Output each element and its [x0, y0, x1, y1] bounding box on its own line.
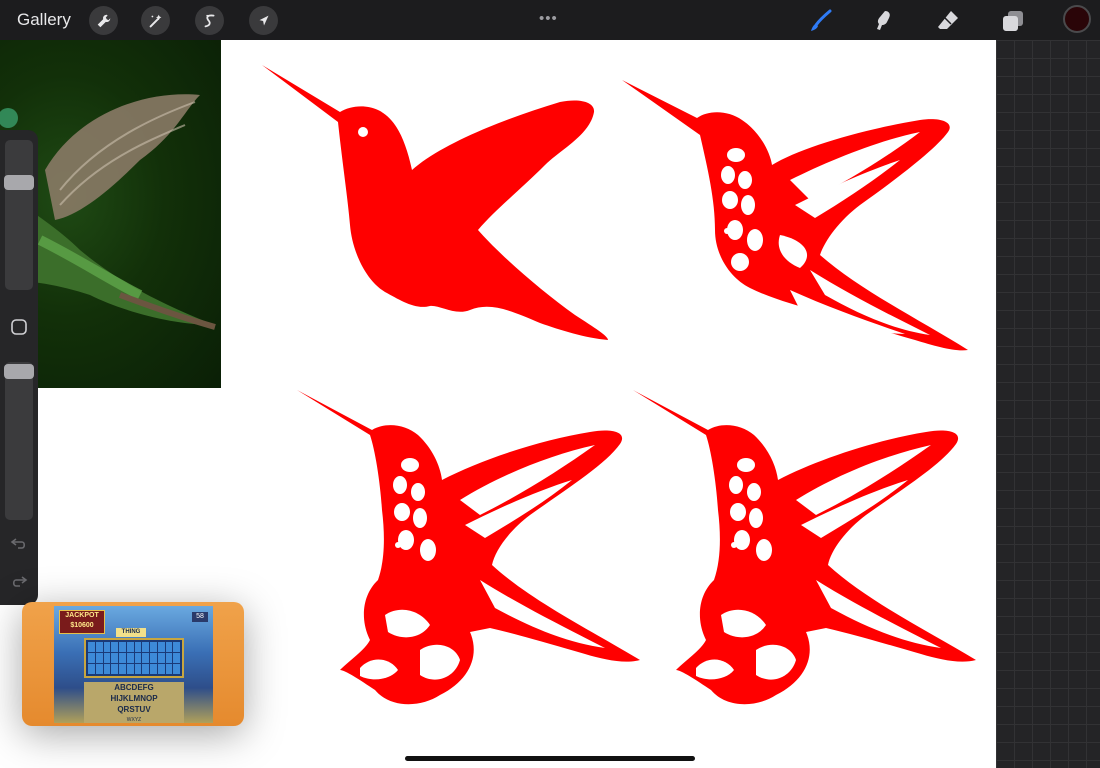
letters-row-2: HIJKLMNOP	[110, 694, 158, 703]
undo-icon[interactable]	[9, 533, 29, 553]
gallery-button[interactable]: Gallery	[17, 10, 71, 30]
layers-icon[interactable]	[998, 6, 1028, 36]
more-options-icon[interactable]: •••	[539, 10, 558, 27]
selection-s-icon[interactable]	[195, 6, 224, 35]
game-screen: JACKPOT $10600 58 THING ABCDEFG HIJKLMNO…	[54, 606, 213, 723]
magic-wand-icon[interactable]	[141, 6, 170, 35]
color-picker-swatch[interactable]	[1063, 5, 1091, 33]
opacity-thumb[interactable]	[4, 364, 34, 379]
brush-sidebar	[0, 130, 38, 605]
redo-icon[interactable]	[9, 571, 29, 591]
jackpot-display: JACKPOT $10600	[59, 610, 105, 634]
brush-icon[interactable]	[806, 6, 836, 36]
puzzle-board	[84, 638, 184, 678]
opacity-slider[interactable]	[5, 362, 33, 520]
brush-size-thumb[interactable]	[4, 175, 34, 190]
round-badge: 58	[192, 612, 208, 622]
letters-row-1: ABCDEFG	[114, 683, 154, 692]
letters-row-3: QRSTUV	[117, 705, 151, 714]
wrench-icon[interactable]	[89, 6, 118, 35]
letters-row-4: WXYZ	[84, 717, 184, 723]
picture-in-picture-video[interactable]: JACKPOT $10600 58 THING ABCDEFG HIJKLMNO…	[22, 602, 244, 726]
arrow-cursor-icon[interactable]	[249, 6, 278, 35]
modify-button-icon[interactable]	[9, 317, 29, 337]
home-indicator[interactable]	[405, 756, 695, 761]
jackpot-value: $10600	[70, 622, 94, 629]
brush-size-slider[interactable]	[5, 140, 33, 290]
eraser-icon[interactable]	[933, 6, 963, 36]
letter-picker: ABCDEFG HIJKLMNOP QRSTUV	[84, 682, 184, 718]
smudge-icon[interactable]	[869, 6, 899, 36]
category-label: THING	[116, 628, 146, 637]
top-toolbar: Gallery •••	[0, 0, 1100, 40]
canvas-backdrop-grid	[996, 40, 1100, 768]
jackpot-label: JACKPOT	[65, 612, 99, 619]
